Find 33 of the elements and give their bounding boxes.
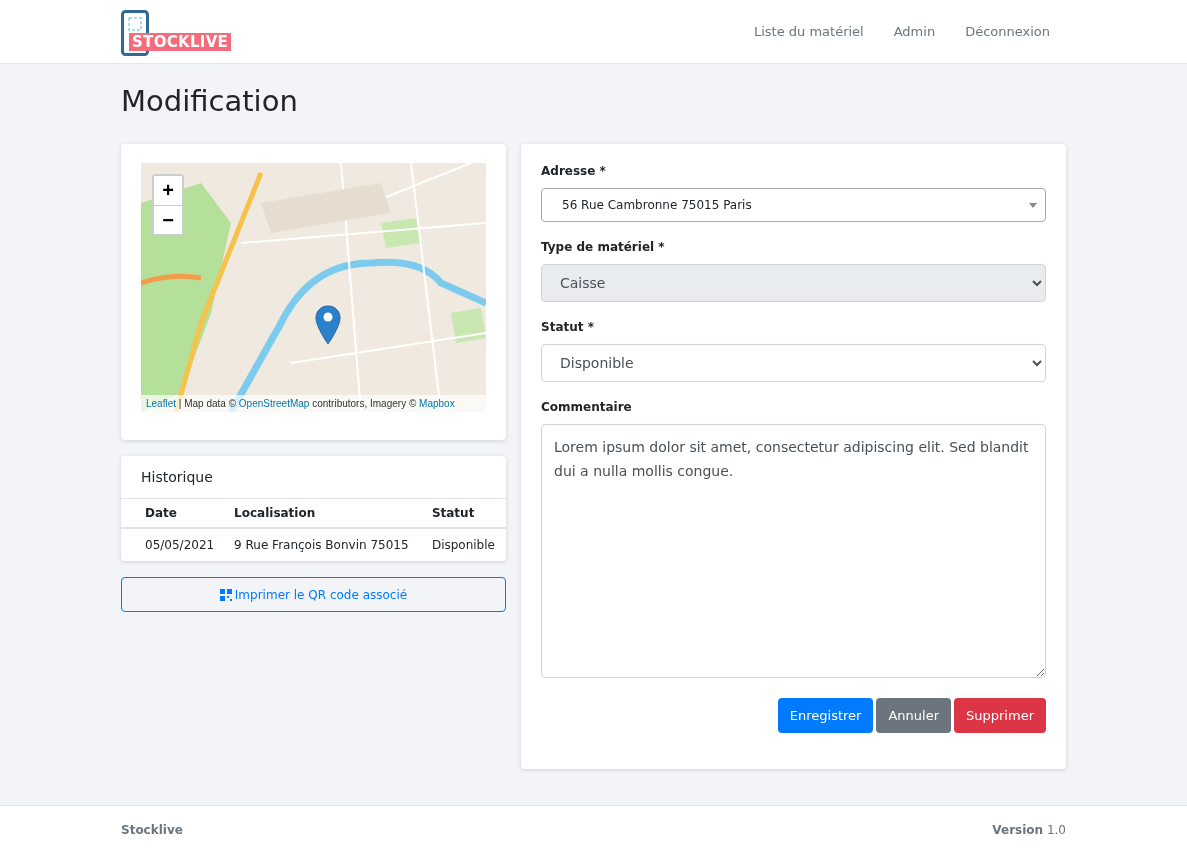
- comment-field[interactable]: Lorem ipsum dolor sit amet, consectetur adipiscing elit. Sed blandit dui a nulla mollis congue.: [541, 424, 1046, 678]
- column-header: Date: [121, 499, 227, 528]
- table-cell: 05/05/2021: [121, 528, 227, 561]
- action-button[interactable]: Supprimer: [954, 698, 1046, 733]
- column-header: Localisation: [226, 499, 424, 528]
- field-label: Adresse *: [541, 164, 607, 178]
- page-title: Modification: [121, 84, 298, 118]
- nav-link[interactable]: Déconnexion: [965, 24, 1050, 39]
- field-label: Type de matériel *: [541, 240, 666, 254]
- attribution-link[interactable]: Mapbox: [419, 398, 455, 409]
- field-label: Statut *: [541, 320, 595, 334]
- attribution-link[interactable]: OpenStreetMap: [238, 398, 310, 409]
- card-title: Historique: [121, 456, 506, 499]
- caret-icon: [1029, 202, 1037, 208]
- attribution-link[interactable]: Leaflet: [146, 398, 177, 409]
- zoom-out-button[interactable]: −: [154, 205, 182, 234]
- logo-text: STOCKLIVE: [129, 32, 232, 51]
- field-label: Commentaire: [541, 400, 633, 414]
- print-qr-button[interactable]: Imprimer le QR code associé: [121, 577, 506, 612]
- table-cell: Disponible: [423, 528, 506, 561]
- nav-link[interactable]: Admin: [893, 24, 936, 39]
- column-header: Statut: [423, 499, 506, 528]
- map-pin-icon[interactable]: [315, 305, 341, 345]
- table-cell: 9 Rue François Bonvin 75015: [226, 528, 424, 561]
- nav-link[interactable]: Liste du matériel: [753, 24, 864, 39]
- select-field[interactable]: Disponible: [541, 344, 1046, 382]
- address-select[interactable]: 56 Rue Cambronne 75015 Paris: [541, 188, 1046, 222]
- footer-brand: Stocklive: [121, 822, 183, 837]
- version-text: Version 1.0: [992, 822, 1066, 837]
- action-button[interactable]: Enregistrer: [777, 698, 874, 733]
- qr-code-icon: [219, 588, 232, 601]
- action-button[interactable]: Annuler: [876, 698, 952, 733]
- map-attribution: Leaflet | Map data © OpenStreetMap contributors, Imagery © Mapbox: [141, 395, 486, 412]
